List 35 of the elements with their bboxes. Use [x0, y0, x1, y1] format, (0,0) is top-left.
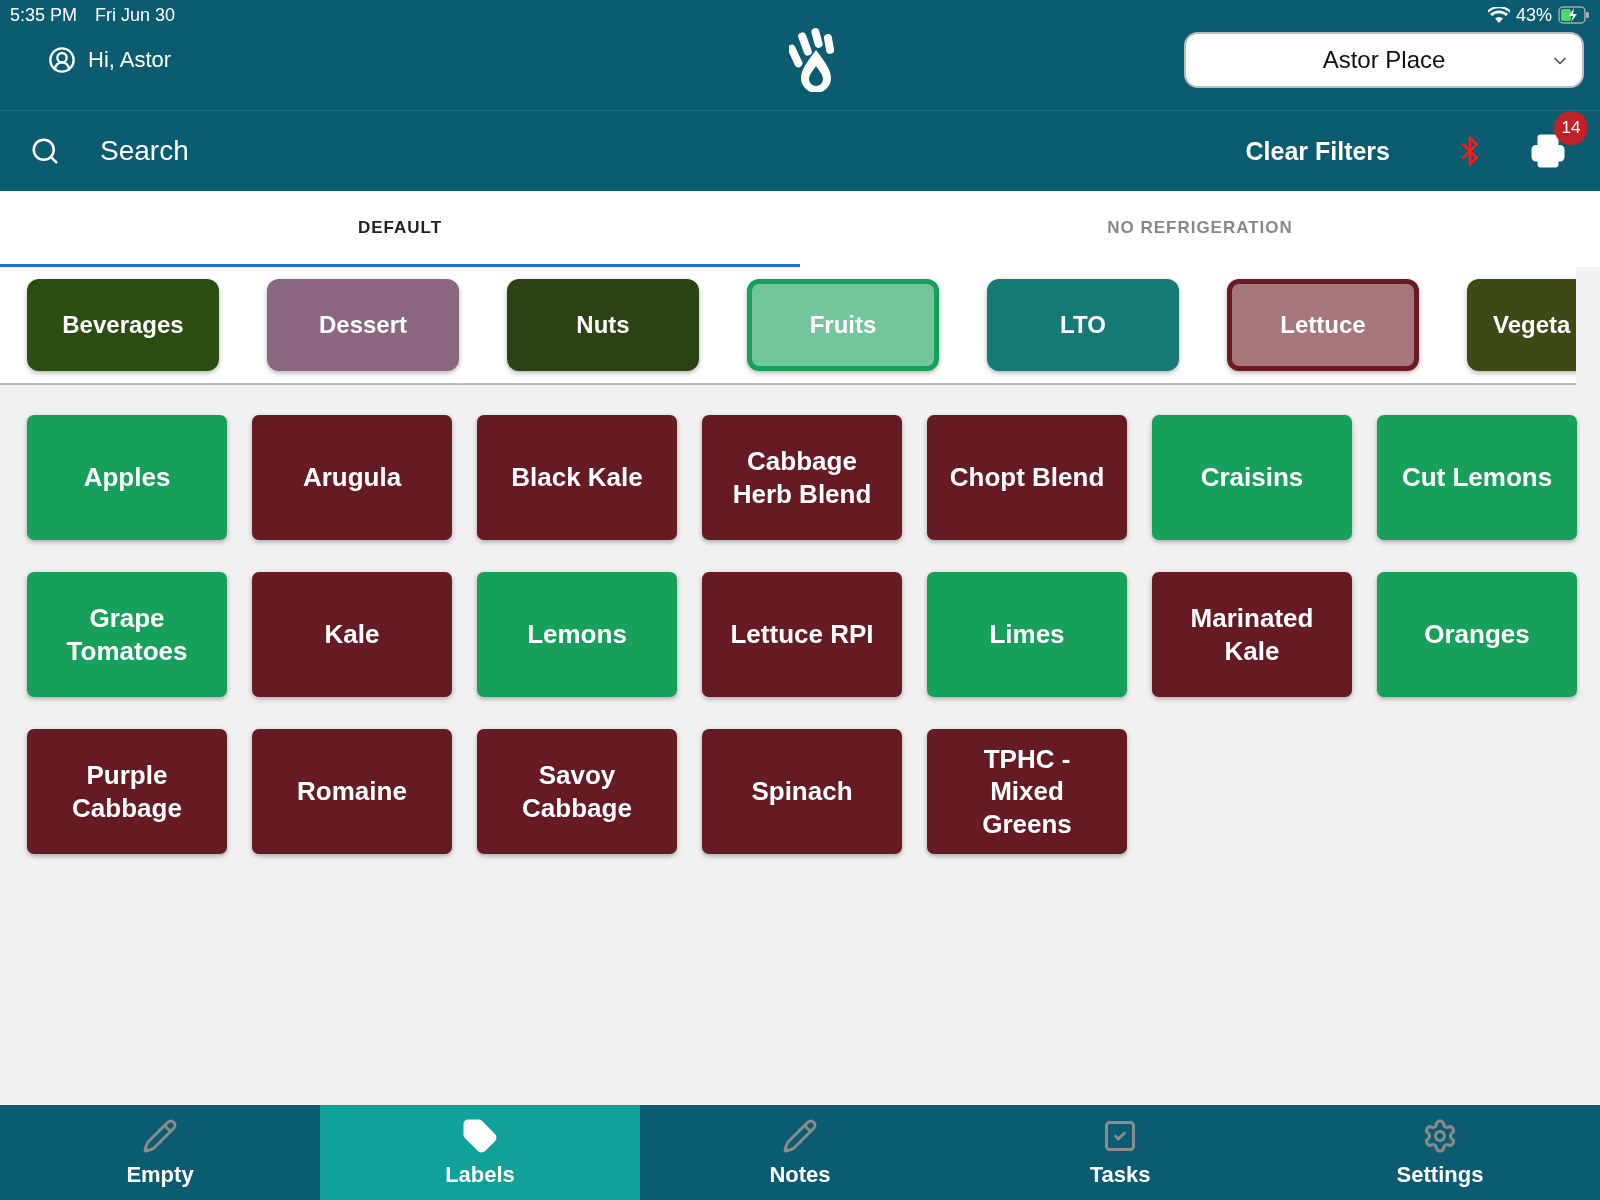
printer-count-badge: 14 [1554, 111, 1588, 145]
category-chip[interactable]: LTO [987, 279, 1179, 371]
category-chip[interactable]: Dessert [267, 279, 459, 371]
search-icon [30, 136, 60, 166]
item-tile[interactable]: Spinach [702, 729, 902, 854]
search-field[interactable]: Search [98, 134, 498, 168]
item-tile[interactable]: Lettuce RPI [702, 572, 902, 697]
status-date: Fri Jun 30 [95, 4, 176, 26]
category-chip[interactable]: Vegeta [1467, 279, 1576, 371]
battery-icon [1558, 6, 1590, 24]
category-chip[interactable]: Lettuce [1227, 279, 1419, 371]
status-time: 5:35 PM [10, 4, 78, 26]
item-tile[interactable]: Chopt Blend [927, 415, 1127, 540]
item-tile[interactable]: Marinated Kale [1152, 572, 1352, 697]
pencil-icon [782, 1117, 818, 1154]
item-tile[interactable]: Purple Cabbage [27, 729, 227, 854]
battery-percent: 43% [1515, 4, 1552, 26]
clear-filters-button[interactable]: Clear Filters [1239, 135, 1396, 167]
location-dropdown[interactable]: Astor Place [1184, 32, 1584, 88]
item-tile[interactable]: Cabbage Herb Blend [702, 415, 902, 540]
item-tile[interactable]: Kale [252, 572, 452, 697]
gear-icon [1422, 1117, 1458, 1154]
wifi-icon [1487, 7, 1510, 23]
category-chip[interactable]: Beverages [27, 279, 219, 371]
user-icon [48, 46, 76, 74]
pencil-icon [142, 1117, 178, 1154]
item-tile[interactable]: Black Kale [477, 415, 677, 540]
item-tile[interactable]: TPHC - Mixed Greens [927, 729, 1127, 854]
item-tile[interactable]: Savoy Cabbage [477, 729, 677, 854]
item-tile[interactable]: Romaine [252, 729, 452, 854]
printer-icon[interactable] [1530, 133, 1566, 169]
tag-icon [462, 1117, 498, 1154]
item-tile[interactable]: Arugula [252, 415, 452, 540]
category-chip[interactable]: Nuts [507, 279, 699, 371]
greeting-text: Hi, Astor [88, 47, 172, 73]
